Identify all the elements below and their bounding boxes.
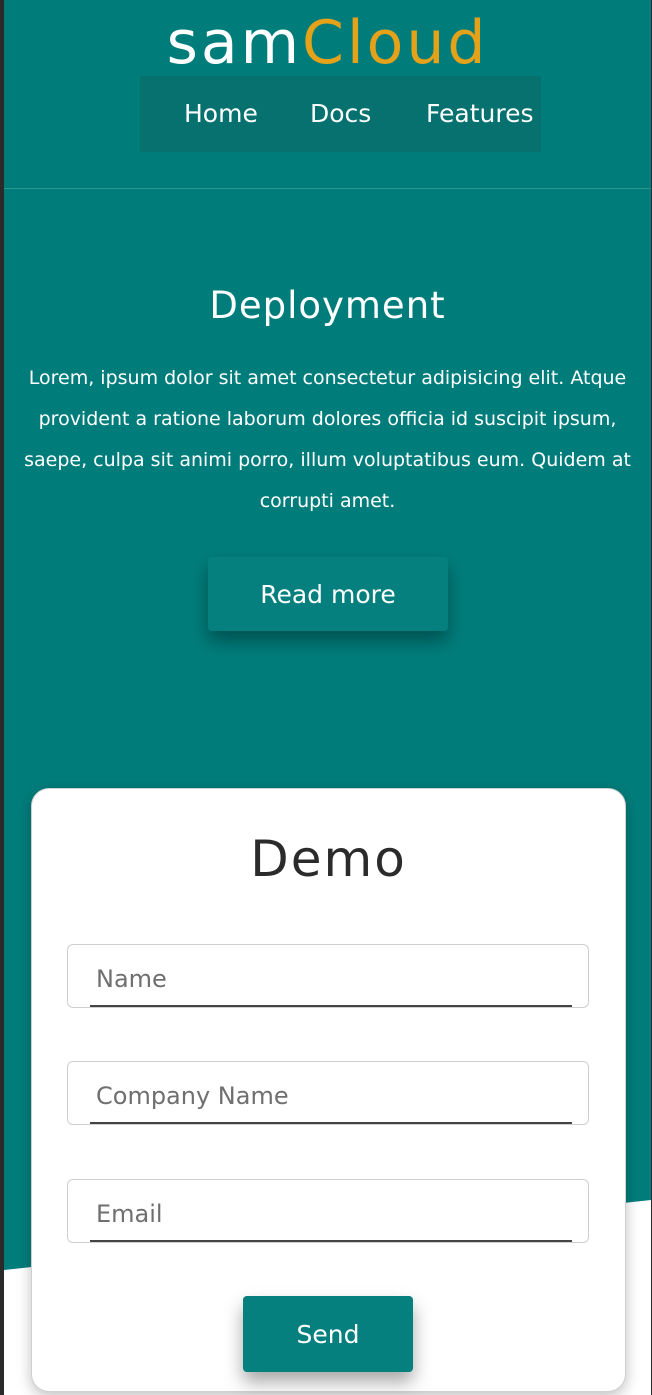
- company-field-box: [67, 1061, 589, 1125]
- email-field-box: [67, 1179, 589, 1243]
- main-nav: Home Docs Features: [140, 76, 541, 152]
- read-more-button[interactable]: Read more: [208, 557, 448, 631]
- demo-form-card: Demo Send: [31, 788, 626, 1392]
- nav-docs-link[interactable]: Docs: [310, 98, 371, 130]
- nav-home-link[interactable]: Home: [184, 98, 258, 130]
- hero-description: Lorem, ipsum dolor sit amet consectetur …: [24, 367, 631, 512]
- logo[interactable]: samCloud: [4, 8, 651, 78]
- name-field-box: [67, 944, 589, 1008]
- name-input[interactable]: [90, 953, 572, 1007]
- logo-text-sam: sam: [166, 8, 303, 78]
- send-button[interactable]: Send: [243, 1296, 413, 1372]
- company-name-input[interactable]: [90, 1070, 572, 1124]
- page: samCloud Home Docs Features Deployment L…: [4, 0, 651, 1395]
- email-input[interactable]: [90, 1188, 572, 1242]
- hero-title: Deployment: [209, 284, 446, 327]
- demo-title: Demo: [250, 830, 407, 888]
- site-header: samCloud Home Docs Features: [4, 0, 651, 189]
- logo-text-cloud: Cloud: [302, 8, 489, 78]
- nav-features-link[interactable]: Features: [426, 98, 534, 130]
